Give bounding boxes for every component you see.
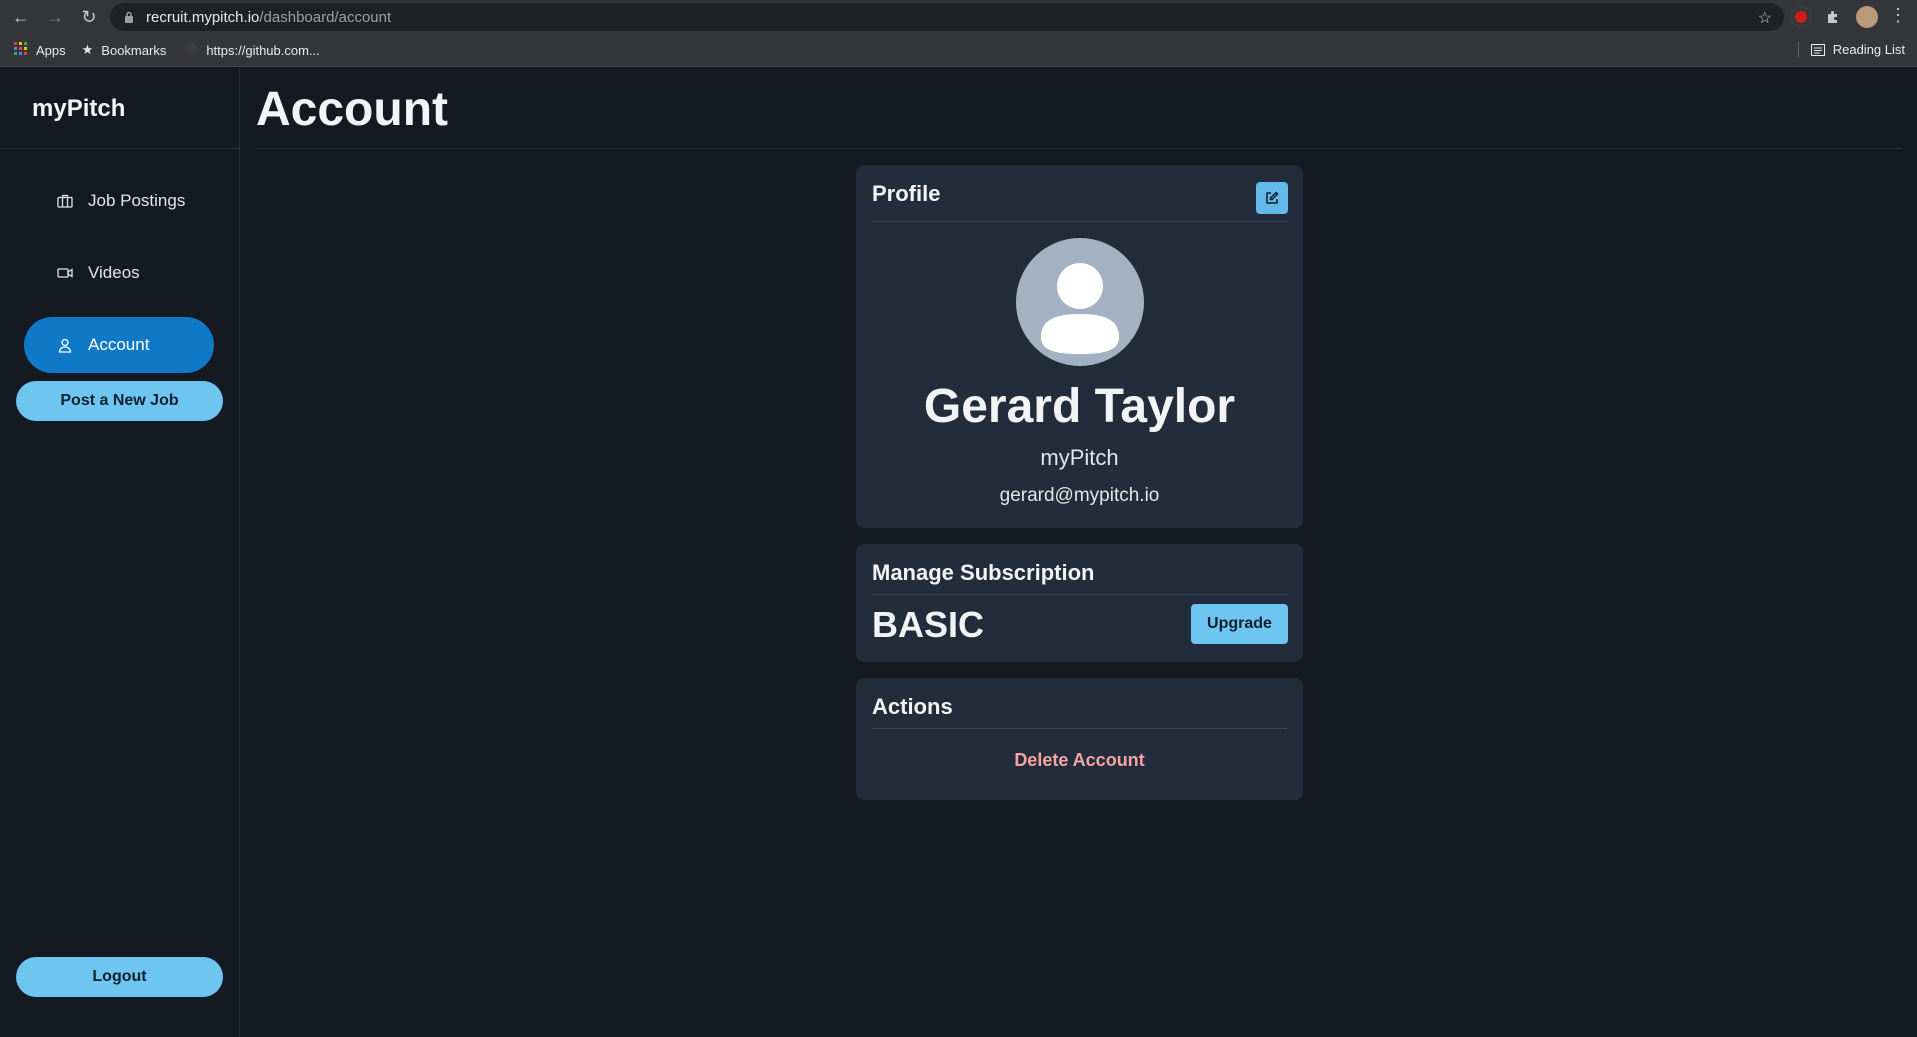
url-path: /dashboard/account — [259, 8, 392, 26]
sidebar-item-account[interactable]: Account — [24, 317, 214, 373]
lock-icon — [122, 10, 136, 24]
user-placeholder-icon — [1041, 263, 1119, 354]
divider — [872, 728, 1287, 729]
divider — [872, 594, 1287, 595]
profile-avatar-icon[interactable] — [1856, 6, 1878, 28]
profile-card-title: Profile — [872, 181, 941, 206]
sidebar: myPitch Job Postings Videos Account Post… — [0, 68, 240, 1037]
edit-profile-button[interactable] — [1256, 182, 1288, 214]
actions-card-title: Actions — [872, 694, 953, 719]
logout-button[interactable]: Logout — [16, 957, 223, 997]
bookmarks-bar: Apps ★ Bookmarks https://github.com... R… — [0, 34, 1917, 67]
profile-company: myPitch — [1040, 445, 1119, 470]
sidebar-item-label: Job Postings — [88, 191, 186, 210]
video-camera-icon — [56, 264, 74, 282]
github-icon — [184, 42, 198, 59]
briefcase-icon — [56, 192, 74, 210]
bookmark-label: Apps — [36, 42, 66, 58]
post-new-job-button[interactable]: Post a New Job — [16, 381, 223, 421]
subscription-card: Manage Subscription BASIC Upgrade — [856, 544, 1303, 662]
subscription-plan: BASIC — [872, 604, 985, 645]
reading-list-button[interactable]: Reading List — [1797, 42, 1905, 57]
sidebar-item-label: Videos — [88, 263, 140, 282]
back-arrow-icon[interactable]: ← — [8, 4, 34, 30]
bookmark-star-icon[interactable]: ☆ — [1758, 8, 1772, 28]
profile-email: gerard@mypitch.io — [999, 485, 1160, 506]
puzzle-extensions-icon[interactable] — [1825, 9, 1841, 25]
bookmark-label: https://github.com... — [206, 42, 320, 58]
delete-account-button[interactable]: Delete Account — [856, 750, 1303, 771]
sidebar-item-videos[interactable]: Videos — [24, 245, 214, 301]
address-bar[interactable]: recruit.mypitch.io/dashboard/account ☆ — [110, 3, 1784, 31]
divider — [0, 148, 240, 149]
sidebar-item-job-postings[interactable]: Job Postings — [24, 173, 214, 229]
upgrade-button[interactable]: Upgrade — [1191, 604, 1288, 644]
divider — [256, 148, 1902, 149]
profile-name: Gerard Taylor — [923, 380, 1236, 433]
forward-arrow-icon[interactable]: → — [42, 4, 68, 30]
divider — [872, 221, 1287, 222]
reading-list-icon — [1810, 43, 1825, 56]
record-extension-icon[interactable] — [1792, 8, 1810, 26]
reload-icon[interactable]: ↻ — [76, 4, 102, 30]
sidebar-item-label: Account — [88, 335, 150, 354]
subscription-card-title: Manage Subscription — [872, 560, 1095, 585]
bookmark-apps[interactable]: Apps — [14, 41, 66, 59]
bookmark-label: Bookmarks — [101, 42, 167, 58]
bookmark-bookmarks[interactable]: ★ Bookmarks — [82, 42, 167, 58]
brand-logo[interactable]: myPitch — [32, 95, 125, 123]
url-host: recruit.mypitch.io — [146, 8, 260, 26]
main-content: Account Profile Gerard Taylor myPitch ge… — [241, 68, 1917, 1037]
browser-menu-icon[interactable]: ⋮ — [1889, 5, 1907, 26]
user-icon — [56, 336, 74, 354]
star-icon: ★ — [81, 42, 94, 57]
actions-card: Actions Delete Account — [856, 678, 1303, 800]
browser-toolbar: ← → ↻ recruit.mypitch.io/dashboard/accou… — [0, 0, 1917, 34]
bookmark-github[interactable]: https://github.com... — [184, 42, 320, 59]
edit-pencil-icon — [1266, 191, 1279, 204]
page-title: Account — [256, 83, 448, 136]
avatar — [1016, 238, 1144, 366]
apps-grid-icon — [14, 41, 28, 59]
profile-card: Profile Gerard Taylor myPitch gerard@myp… — [856, 165, 1303, 528]
reading-list-label: Reading List — [1832, 42, 1905, 57]
